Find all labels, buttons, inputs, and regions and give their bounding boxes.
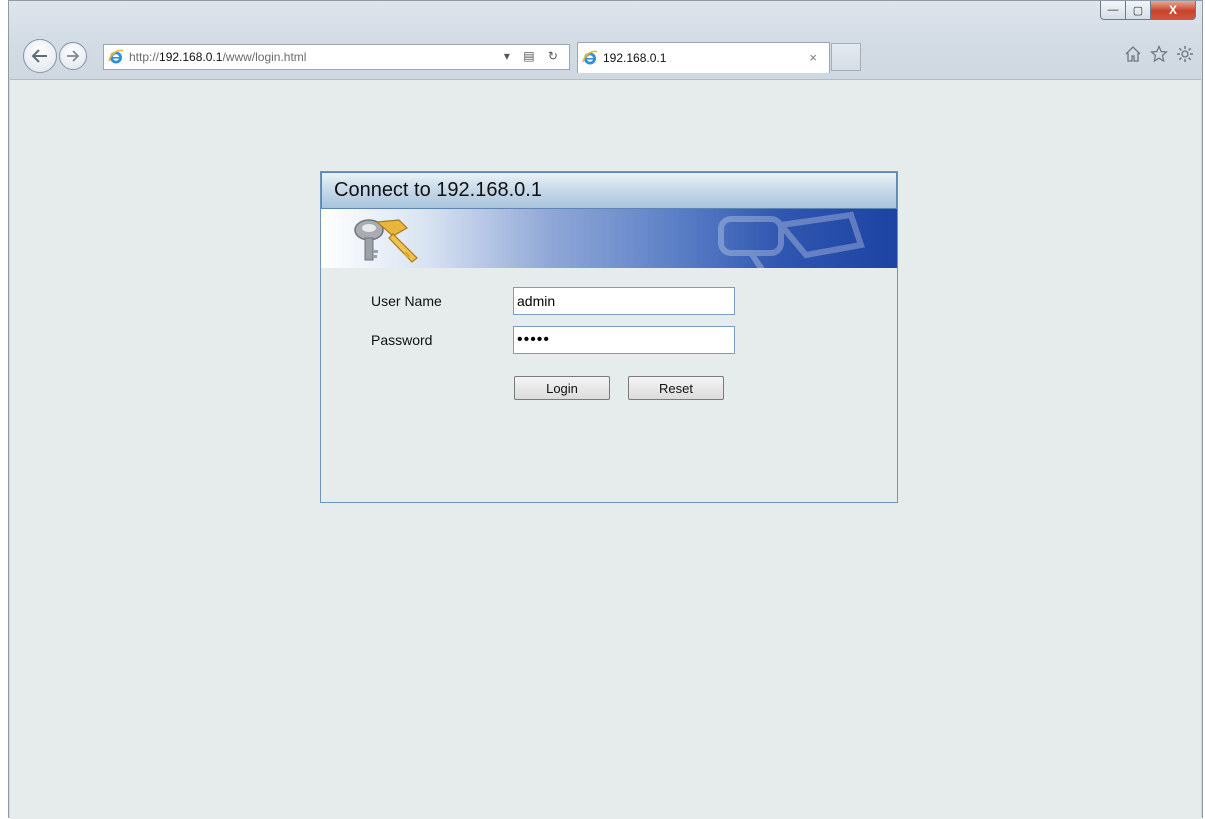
back-arrow-icon xyxy=(31,49,47,63)
close-tab-icon[interactable]: × xyxy=(809,50,817,65)
address-prefix: http:// xyxy=(129,50,160,64)
address-bar[interactable]: http://192.168.0.1/www/login.html ▾ ▤ ↻ xyxy=(103,44,570,70)
keys-icon xyxy=(354,219,418,263)
tab-title: 192.168.0.1 xyxy=(603,51,667,65)
home-icon[interactable] xyxy=(1124,45,1142,63)
browser-toolbar-right xyxy=(1124,45,1194,63)
internet-explorer-icon xyxy=(582,50,598,65)
address-path: /www/login.html xyxy=(222,50,307,64)
username-label: User Name xyxy=(371,293,442,309)
address-host: 192.168.0.1 xyxy=(159,50,223,64)
back-button[interactable] xyxy=(23,39,57,73)
username-input[interactable]: admin xyxy=(513,287,735,315)
maximize-button[interactable]: ▢ xyxy=(1126,1,1151,20)
keys-watermark-icon xyxy=(718,211,865,268)
login-panel: Connect to 192.168.0.1 User Name admin P xyxy=(320,171,898,503)
forward-arrow-icon xyxy=(67,50,80,62)
page-content: Connect to 192.168.0.1 User Name admin P xyxy=(10,79,1201,819)
login-button[interactable]: Login xyxy=(514,376,610,400)
login-title: Connect to 192.168.0.1 xyxy=(321,172,897,209)
login-banner xyxy=(321,209,897,268)
favorites-star-icon[interactable] xyxy=(1150,45,1168,63)
window-controls: — ▢ X xyxy=(1100,1,1196,21)
address-tools[interactable]: ▾ ▤ ↻ xyxy=(504,49,563,63)
new-tab-button[interactable] xyxy=(831,43,861,71)
minimize-button[interactable]: — xyxy=(1100,1,1126,20)
internet-explorer-icon xyxy=(108,49,124,64)
forward-button[interactable] xyxy=(59,42,87,70)
tab-active[interactable]: 192.168.0.1 × xyxy=(577,42,830,73)
password-input[interactable]: ••••• xyxy=(513,326,735,354)
password-label: Password xyxy=(371,332,433,348)
tools-gear-icon[interactable] xyxy=(1176,45,1194,63)
close-window-button[interactable]: X xyxy=(1151,1,1196,20)
reset-button[interactable]: Reset xyxy=(628,376,724,400)
